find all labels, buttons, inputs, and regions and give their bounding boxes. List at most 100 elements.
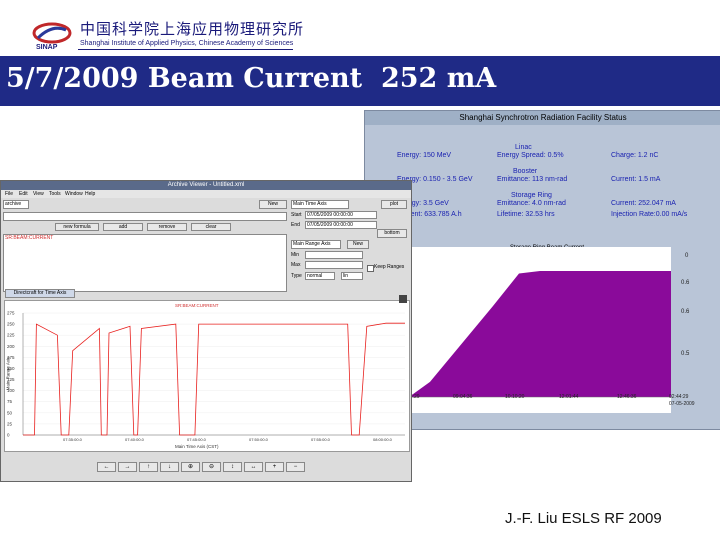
nav-button[interactable]: ⊖: [202, 462, 221, 472]
institute-name-cn: 中国科学院上海应用物理研究所: [80, 20, 305, 38]
status-ytick: 0: [685, 253, 689, 259]
min-label: Min: [291, 252, 300, 258]
linac-energy-spread: Energy Spread: 0.5%: [497, 152, 564, 159]
booster-current: Current: 1.5 mA: [611, 176, 661, 183]
status-ytick: 0.6: [681, 280, 690, 286]
menu-window[interactable]: Window: [65, 190, 83, 198]
keep-ranges-checkbox[interactable]: [367, 265, 374, 272]
storage-ring-emittance: Emittance: 4.0 nm-rad: [497, 200, 566, 207]
menu-file[interactable]: File: [5, 190, 13, 198]
archive-plot-svg: 275250225200175150125100755025007:35:00.…: [7, 311, 405, 442]
archive-ytick: 225: [7, 333, 15, 338]
beam-current-series-line: [23, 322, 405, 436]
archive-xtick: 07:40:00.0: [125, 437, 145, 442]
beam-current-plot: [409, 247, 671, 413]
archive-ytick: 25: [7, 421, 13, 426]
end-label: End: [291, 222, 300, 228]
nav-button[interactable]: ←: [97, 462, 116, 472]
nav-button[interactable]: ↓: [160, 462, 179, 472]
linac-energy: Energy: 150 MeV: [397, 152, 452, 159]
archive-xtick: 07:35:00.0: [63, 437, 83, 442]
status-ytick: 0.6: [681, 309, 690, 315]
menu-view[interactable]: View: [33, 190, 44, 198]
status-ytick: 0.5: [681, 351, 690, 357]
y-axis-label: Main Range Axis: [5, 356, 11, 391]
keep-ranges-label: Keep Ranges: [374, 264, 405, 270]
scale-select[interactable]: lin: [341, 272, 363, 280]
archive-select[interactable]: archive: [3, 200, 29, 209]
archive-xtick: 07:45:00.0: [187, 437, 207, 442]
status-xtick: 12:01:44: [559, 394, 579, 400]
nav-button[interactable]: ↕: [223, 462, 242, 472]
archive-plot-panel: SR:BEAM:CURRENT Main Range Axis 275 25 0 22…: [4, 300, 410, 452]
archive-xtick: 08:00:00.0: [373, 437, 393, 442]
range-axis-select[interactable]: Main Range Axis: [291, 240, 341, 249]
storage-ring-injection-rate: Injection Rate:0.00 mA/s: [611, 211, 688, 218]
booster-heading: Booster: [513, 168, 538, 175]
status-xtick: 10:10:20: [505, 394, 525, 400]
type-select[interactable]: normal: [305, 272, 335, 280]
archive-ytick: 200: [7, 344, 15, 349]
new-axis-button[interactable]: New: [347, 240, 369, 249]
archive-ytick: 75: [7, 399, 13, 404]
archive-xtick: 07:55:00.0: [311, 437, 331, 442]
linac-charge: Charge: 1.2 nC: [611, 152, 659, 159]
start-field[interactable]: 07/05/2009 00:00:00: [305, 211, 377, 219]
clear-button[interactable]: clear: [191, 223, 231, 231]
nav-button[interactable]: →: [118, 462, 137, 472]
archive-viewer-window: Archive Viewer - Untitled.xml File Edit …: [0, 180, 412, 482]
bottom-button[interactable]: bottom: [377, 229, 407, 238]
x-axis-label: Main Time Axis (CST): [175, 444, 219, 449]
expand-icon[interactable]: [399, 295, 407, 303]
viewer-titlebar: Archive Viewer - Untitled.xml: [1, 181, 411, 190]
plot-nav-toolbar: ← → ↑ ↓ ⊕ ⊖ ↕ ↔ + −: [97, 462, 307, 474]
time-axis-select[interactable]: Main Time Axis: [291, 200, 349, 209]
max-label: Max: [291, 262, 301, 268]
pv-name-field[interactable]: [3, 212, 287, 221]
nav-button[interactable]: ⊕: [181, 462, 200, 472]
menu-edit[interactable]: Edit: [19, 190, 28, 198]
remove-button[interactable]: remove: [147, 223, 187, 231]
max-field[interactable]: [305, 261, 363, 269]
beam-current-area: [409, 271, 671, 397]
status-xtick-date: 07-05-2009: [669, 401, 695, 407]
menu-help[interactable]: Help: [85, 190, 95, 198]
archive-ytick: 0: [7, 433, 10, 438]
status-xtick: 12:46:36: [617, 394, 637, 400]
menu-tools[interactable]: Tools: [49, 190, 61, 198]
status-xtick: 02:44:29: [669, 394, 689, 400]
end-field[interactable]: 07/05/2009 00:00:00: [305, 221, 377, 229]
archive-ytick: 275: [7, 311, 15, 316]
footer-credit: J.-F. Liu ESLS RF 2009: [505, 510, 662, 527]
storage-ring-lifetime: Lifetime: 32.53 hrs: [497, 211, 555, 218]
viewer-menubar: File Edit View Tools Window Help: [1, 190, 411, 198]
linac-heading: Linac: [515, 144, 532, 151]
new-formula-button[interactable]: new formula: [55, 223, 99, 231]
pv-list-item[interactable]: SR:BEAM:CURRENT: [5, 235, 53, 241]
plot-button[interactable]: plot: [381, 200, 407, 209]
status-window-title: Shanghai Synchrotron Radiation Facility …: [365, 111, 720, 125]
facility-status-window: Shanghai Synchrotron Radiation Facility …: [364, 110, 720, 430]
add-button[interactable]: add: [103, 223, 143, 231]
logo-text: SINAP: [36, 44, 58, 51]
pv-list[interactable]: SR:BEAM:CURRENT: [3, 234, 287, 292]
nav-button[interactable]: −: [286, 462, 305, 472]
archive-ytick: 50: [7, 410, 13, 415]
institute-name-en: Shanghai Institute of Applied Physics, C…: [80, 40, 294, 47]
min-field[interactable]: [305, 251, 363, 259]
nav-button[interactable]: ↑: [139, 462, 158, 472]
booster-emittance: Emittance: 113 nm-rad: [497, 176, 568, 183]
status-xtick: 09:04:36: [453, 394, 473, 400]
archive-xtick: 07:50:00.0: [249, 437, 269, 442]
storage-ring-heading: Storage Ring: [511, 192, 552, 199]
slide-title: 5/7/2009 Beam Current 252 mA: [6, 63, 497, 94]
nav-button[interactable]: ↔: [244, 462, 263, 472]
tab-time-axis[interactable]: Directcraft for Time Axis: [5, 289, 75, 298]
storage-ring-current: Current: 252.047 mA: [611, 200, 676, 207]
nav-button[interactable]: +: [265, 462, 284, 472]
search-button[interactable]: New: [259, 200, 287, 209]
type-label: Type: [291, 273, 302, 279]
start-label: Start: [291, 212, 302, 218]
legend-entry: SR:BEAM:CURRENT: [175, 303, 219, 308]
beam-current-plot-svg: [409, 271, 671, 398]
